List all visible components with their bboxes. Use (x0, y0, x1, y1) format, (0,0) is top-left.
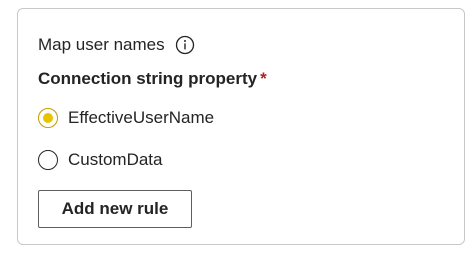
connection-string-property-label: Connection string property * (38, 69, 267, 89)
connection-string-property-text: Connection string property (38, 69, 258, 88)
radio-label-customdata: CustomData (68, 150, 163, 169)
radio-button-unselected[interactable] (38, 150, 58, 170)
required-marker: * (260, 69, 267, 88)
radio-label-effectiveusername: EffectiveUserName (68, 108, 215, 127)
radio-option-customdata[interactable]: CustomData (38, 150, 162, 170)
info-icon[interactable] (175, 35, 195, 55)
section-title: Map user names (38, 35, 165, 54)
add-new-rule-button[interactable]: Add new rule (38, 190, 192, 228)
section-header: Map user names (38, 35, 195, 55)
radio-selected-dot (43, 113, 53, 123)
radio-button-selected[interactable] (38, 108, 58, 128)
map-user-names-card: Map user names Connection string propert… (17, 8, 465, 245)
radio-option-effectiveusername[interactable]: EffectiveUserName (38, 108, 214, 128)
